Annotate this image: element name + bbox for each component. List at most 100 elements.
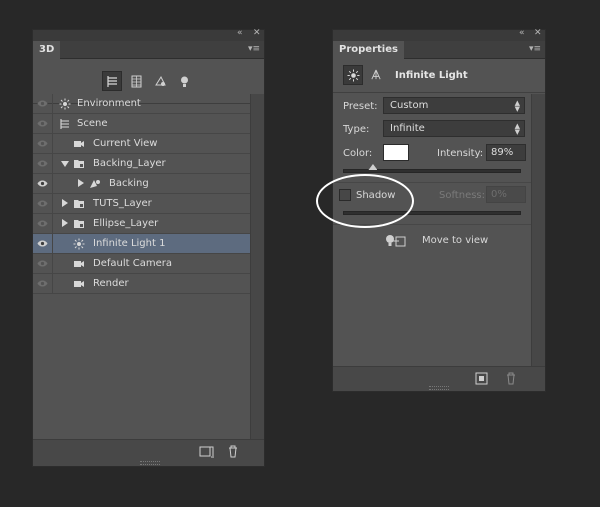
panel-top-strip: « ✕	[33, 28, 264, 41]
panel-top-strip: « ✕	[333, 28, 545, 41]
intensity-input[interactable]: 89%	[486, 144, 526, 161]
layer-row[interactable]: Infinite Light 1	[33, 233, 250, 254]
close-button[interactable]: ✕	[534, 28, 542, 38]
close-button[interactable]: ✕	[253, 28, 261, 38]
layer-label: TUTS_Layer	[93, 198, 152, 209]
collapse-button[interactable]: «	[237, 28, 243, 38]
resize-grip[interactable]	[140, 461, 160, 465]
layer-label: Infinite Light 1	[93, 238, 166, 249]
softness-label: Softness:	[439, 190, 486, 201]
light-filter-button[interactable]	[174, 71, 194, 91]
camera-icon	[73, 258, 85, 270]
mesh-icon	[73, 218, 85, 230]
layer-list-scrollbar[interactable]	[250, 94, 264, 440]
visibility-eye-icon[interactable]	[33, 193, 53, 214]
resize-grip[interactable]	[429, 386, 449, 390]
render-icon	[73, 278, 85, 290]
tab-bar: Properties ▾≡	[333, 41, 545, 59]
move-to-view-icon[interactable]	[384, 233, 408, 249]
layer-label: Render	[93, 278, 129, 289]
type-value: Infinite	[390, 123, 425, 134]
preset-value: Custom	[390, 100, 429, 111]
type-dropdown[interactable]: Infinite ▲ ▼	[383, 120, 525, 137]
layer-row[interactable]: Environment	[33, 93, 250, 114]
light-tab-button[interactable]	[343, 65, 363, 85]
panel-menu-button[interactable]: ▾≡	[248, 44, 260, 54]
annotation-circle	[316, 174, 414, 228]
layer-label: Scene	[77, 118, 108, 129]
panel-menu-button[interactable]: ▾≡	[529, 44, 541, 54]
layer-label: Environment	[77, 98, 141, 109]
mesh-icon	[73, 158, 85, 170]
coordinates-tab-button[interactable]	[368, 67, 384, 83]
light-color-swatch[interactable]	[383, 144, 409, 161]
layer-row[interactable]: Render	[33, 273, 250, 294]
visibility-eye-icon[interactable]	[33, 93, 53, 114]
material-icon	[89, 178, 101, 190]
layer-row[interactable]: Backing_Layer	[33, 153, 250, 174]
visibility-eye-icon[interactable]	[33, 173, 53, 194]
move-to-view-label[interactable]: Move to view	[422, 235, 488, 246]
visibility-eye-icon[interactable]	[33, 253, 53, 274]
new-light-icon[interactable]	[199, 445, 215, 459]
material-filter-icon	[154, 75, 166, 86]
sun-icon	[347, 69, 359, 81]
layer-label: Ellipse_Layer	[93, 218, 159, 229]
expand-triangle-down-icon[interactable]	[61, 161, 69, 167]
preset-label: Preset:	[343, 101, 378, 112]
softness-input[interactable]: 0%	[486, 186, 526, 203]
layer-label: Backing	[109, 178, 149, 189]
visibility-eye-icon[interactable]	[33, 233, 53, 254]
layer-label: Backing_Layer	[93, 158, 166, 169]
type-label: Type:	[343, 124, 370, 135]
preset-dropdown[interactable]: Custom ▲ ▼	[383, 97, 525, 114]
tab-3d[interactable]: 3D	[33, 41, 61, 59]
camera-icon	[73, 138, 85, 150]
visibility-eye-icon[interactable]	[33, 133, 53, 154]
visibility-eye-icon[interactable]	[33, 113, 53, 134]
visibility-eye-icon[interactable]	[33, 213, 53, 234]
layer-row[interactable]: Current View	[33, 133, 250, 154]
coordinates-icon	[371, 69, 381, 80]
layer-row[interactable]: Default Camera	[33, 253, 250, 274]
material-filter-button[interactable]	[150, 71, 170, 91]
expand-triangle-right-icon[interactable]	[62, 219, 68, 227]
scene-filter-icon	[106, 75, 117, 87]
layer-label: Current View	[93, 138, 158, 149]
tab-bar: 3D ▾≡	[33, 41, 264, 59]
layer-list: Environment Scene Current View Backing_Laye…	[33, 93, 250, 294]
layer-row[interactable]: Backing	[33, 173, 250, 194]
infinite-light-icon	[73, 238, 85, 250]
layer-row[interactable]: Scene	[33, 113, 250, 134]
properties-header: Infinite Light	[333, 59, 545, 93]
delete-icon[interactable]	[227, 445, 239, 458]
scene-filter-button[interactable]	[102, 71, 122, 91]
intensity-label: Intensity:	[437, 148, 484, 159]
mesh-filter-icon	[131, 75, 141, 87]
light-filter-icon	[180, 76, 188, 87]
properties-title: Infinite Light	[395, 70, 468, 81]
layer-row[interactable]: TUTS_Layer	[33, 193, 250, 214]
intensity-slider-knob[interactable]	[368, 164, 378, 170]
properties-scrollbar[interactable]	[531, 94, 545, 368]
color-label: Color:	[343, 148, 373, 159]
render-icon[interactable]	[475, 372, 488, 385]
visibility-eye-icon[interactable]	[33, 153, 53, 174]
layer-label: Default Camera	[93, 258, 172, 269]
mesh-icon	[73, 198, 85, 210]
intensity-slider[interactable]	[343, 164, 521, 173]
expand-triangle-right-icon[interactable]	[62, 199, 68, 207]
collapse-button[interactable]: «	[519, 28, 525, 38]
visibility-eye-icon[interactable]	[33, 273, 53, 294]
environment-icon	[59, 98, 71, 110]
scene-icon	[59, 118, 71, 130]
3d-panel-bottom-bar	[33, 439, 264, 466]
properties-bottom-bar	[333, 366, 545, 391]
tab-properties[interactable]: Properties	[333, 41, 404, 59]
3d-panel: « ✕ 3D ▾≡ Environment Scene Current View Ba…	[32, 28, 265, 467]
expand-triangle-right-icon[interactable]	[78, 179, 84, 187]
layer-row[interactable]: Ellipse_Layer	[33, 213, 250, 234]
mesh-filter-button[interactable]	[126, 71, 146, 91]
dropdown-arrows-icon: ▲ ▼	[514, 99, 520, 113]
delete-icon	[507, 372, 515, 385]
